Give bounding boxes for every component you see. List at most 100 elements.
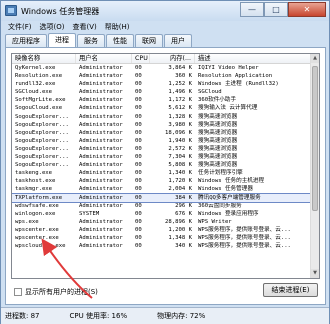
cell-description: WPS服务程序，提供账号登录、云... bbox=[198, 234, 291, 241]
cell-memory: 340 K bbox=[175, 243, 192, 250]
tab-processes[interactable]: 进程 bbox=[48, 33, 76, 48]
title-bar[interactable]: Windows 任务管理器 — □ ✕ bbox=[1, 1, 329, 21]
table-row[interactable]: SogouExplorer... Administrator 00 18,096 K 搜… bbox=[12, 129, 312, 137]
table-row[interactable]: SGCloud.exe Administrator 00 1,496 K SGCloud bbox=[12, 88, 312, 96]
scroll-up-icon[interactable]: ▲ bbox=[311, 54, 319, 63]
table-row[interactable]: taskeng.exe Administrator 00 1,340 K 任务计划程序引… bbox=[12, 169, 312, 177]
table-row[interactable]: wpscloudsvr.exe Administrator 00 340 K WPS服务… bbox=[12, 242, 312, 250]
cell-user-name: Administrator bbox=[79, 243, 123, 250]
menu-file[interactable]: 文件(F) bbox=[4, 21, 36, 34]
cell-image-name: SogouExplorer... bbox=[15, 137, 69, 144]
table-row[interactable]: TXPlatform.exe Administrator 00 384 K 腾讯QQ多客… bbox=[12, 192, 313, 203]
show-all-checkbox[interactable] bbox=[14, 288, 22, 296]
table-row[interactable]: wpscenter.exe Administrator 00 1,200 K WPS服务… bbox=[12, 226, 312, 234]
cell-description: 搜狗高速浏览器 bbox=[198, 137, 238, 144]
cell-cpu: 00 bbox=[135, 154, 142, 161]
cell-cpu: 00 bbox=[135, 226, 142, 233]
cell-user-name: Administrator bbox=[79, 73, 123, 80]
table-row[interactable]: wpscenter.exe Administrator 00 1,348 K WPS服务… bbox=[12, 234, 312, 242]
scroll-thumb[interactable] bbox=[312, 66, 318, 211]
column-image-name[interactable]: 映像名称 bbox=[12, 54, 76, 63]
table-row[interactable]: SogouExplorer... Administrator 00 2,572 K 搜狗… bbox=[12, 145, 312, 153]
status-bar: 进程数: 87 CPU 使用率: 16% 物理内存: 72% bbox=[1, 307, 329, 324]
scroll-down-icon[interactable]: ▼ bbox=[311, 269, 319, 278]
cell-memory: 18,096 K bbox=[165, 129, 192, 136]
cell-description: Windows 主进程 (Rundll32) bbox=[198, 81, 279, 88]
table-row[interactable]: SogouExplorer... Administrator 00 7,304 K 搜狗… bbox=[12, 153, 312, 161]
end-process-button[interactable]: 结束进程(E) bbox=[263, 283, 318, 297]
menu-help[interactable]: 帮助(H) bbox=[101, 21, 134, 34]
cell-user-name: Administrator bbox=[79, 154, 123, 161]
table-row[interactable]: wdswfsafe.exe Administrator 00 296 K 360云盘同步… bbox=[12, 202, 312, 210]
cell-description: 搜狗高速浏览器 bbox=[198, 145, 238, 152]
table-header: 映像名称 用户名 CPU 内存(... 描述 bbox=[12, 54, 319, 64]
cell-image-name: SogouExplorer... bbox=[15, 162, 69, 169]
cell-cpu: 00 bbox=[135, 65, 142, 71]
cell-cpu: 00 bbox=[135, 210, 142, 217]
column-description[interactable]: 描述 bbox=[195, 54, 312, 63]
cell-description: Windows 登录应用程序 bbox=[198, 210, 259, 217]
cell-memory: 2,572 K bbox=[168, 145, 192, 152]
cell-description: WPS服务程序，提供账号登录、云... bbox=[198, 226, 291, 233]
cell-memory: 7,304 K bbox=[168, 154, 192, 161]
cell-description: 360软件小助手 bbox=[198, 97, 237, 104]
tab-strip: 应用程序 进程 服务 性能 联网 用户 bbox=[5, 33, 193, 48]
cell-memory: 384 K bbox=[175, 194, 192, 201]
cell-cpu: 00 bbox=[135, 89, 142, 96]
cell-cpu: 00 bbox=[135, 145, 142, 152]
cell-memory: 1,200 K bbox=[168, 226, 192, 233]
column-user-name[interactable]: 用户名 bbox=[76, 54, 132, 63]
close-button[interactable]: ✕ bbox=[288, 2, 326, 17]
cell-description: Resolution Application bbox=[198, 73, 273, 80]
tab-users[interactable]: 用户 bbox=[164, 34, 192, 47]
cell-image-name: SogouExplorer... bbox=[15, 129, 69, 136]
cell-memory: 1,328 K bbox=[168, 113, 192, 120]
cell-user-name: Administrator bbox=[79, 194, 123, 201]
cell-image-name: taskmgr.exe bbox=[15, 186, 53, 193]
table-row[interactable]: Resolution.exe Administrator 00 360 K Resolu… bbox=[12, 72, 312, 80]
tab-performance[interactable]: 性能 bbox=[106, 34, 134, 47]
cell-memory: 1,940 K bbox=[168, 137, 192, 144]
cell-memory: 1,340 K bbox=[168, 170, 192, 177]
table-row[interactable]: SogouExplorer... Administrator 00 1,328 K 搜狗… bbox=[12, 113, 312, 121]
cell-cpu: 00 bbox=[135, 186, 142, 193]
task-manager-window: Windows 任务管理器 — □ ✕ 文件(F) 选项(O) 查看(V) 帮助… bbox=[0, 0, 330, 324]
cell-user-name: Administrator bbox=[79, 234, 123, 241]
cell-memory: 1,252 K bbox=[168, 81, 192, 88]
table-row[interactable]: taskmgr.exe Administrator 00 2,004 K Windows… bbox=[12, 185, 312, 193]
cell-image-name: wpscloudsvr.exe bbox=[15, 243, 66, 250]
table-row[interactable]: SogouExplorer... Administrator 00 3,980 K 搜狗… bbox=[12, 121, 312, 129]
tab-services[interactable]: 服务 bbox=[77, 34, 105, 47]
tab-networking[interactable]: 联网 bbox=[135, 34, 163, 47]
column-cpu[interactable]: CPU bbox=[132, 54, 150, 63]
table-row[interactable]: SogouExplorer... Administrator 00 5,808 K 搜狗… bbox=[12, 161, 312, 169]
cell-user-name: Administrator bbox=[79, 178, 123, 185]
table-row[interactable]: SogouCloud.exe Administrator 00 5,612 K 搜狗输入… bbox=[12, 104, 312, 112]
table-row[interactable]: wps.exe Administrator 00 28,896 K WPS Writer bbox=[12, 218, 312, 226]
cell-memory: 3,864 K bbox=[168, 65, 192, 71]
maximize-button[interactable]: □ bbox=[264, 2, 288, 17]
cell-memory: 5,808 K bbox=[168, 162, 192, 169]
cell-cpu: 00 bbox=[135, 162, 142, 169]
table-row[interactable]: rundll32.exe Administrator 00 1,252 K Window… bbox=[12, 80, 312, 88]
cell-image-name: Resolution.exe bbox=[15, 73, 63, 80]
vertical-scrollbar[interactable]: ▲ ▼ bbox=[310, 54, 319, 278]
cell-user-name: Administrator bbox=[79, 218, 123, 225]
cell-description: 腾讯QQ多客户端管理服务 bbox=[198, 194, 261, 201]
cell-user-name: Administrator bbox=[79, 145, 123, 152]
status-process-count: 进程数: 87 bbox=[5, 312, 40, 320]
show-all-label: 显示所有用户的进程(S) bbox=[25, 288, 98, 296]
minimize-button[interactable]: — bbox=[240, 2, 264, 17]
table-row[interactable]: SoftMgrLite.exe Administrator 00 1,172 K 360… bbox=[12, 96, 312, 104]
tab-applications[interactable]: 应用程序 bbox=[5, 34, 47, 47]
table-row[interactable]: QyKernel.exe Administrator 00 3,864 K IQIYI … bbox=[12, 64, 312, 72]
table-row[interactable]: SogouExplorer... Administrator 00 1,940 K 搜狗… bbox=[12, 137, 312, 145]
task-manager-icon bbox=[5, 5, 17, 16]
table-row[interactable]: taskhost.exe Administrator 00 1,720 K Window… bbox=[12, 177, 312, 185]
status-physical-memory: 物理内存: 72% bbox=[157, 312, 206, 320]
column-memory[interactable]: 内存(... bbox=[150, 54, 195, 63]
table-row[interactable]: winlogon.exe SYSTEM 00 676 K Windows 登录应用程序 bbox=[12, 210, 312, 218]
show-all-processes[interactable]: 显示所有用户的进程(S) bbox=[14, 287, 98, 297]
cell-image-name: wpscenter.exe bbox=[15, 234, 59, 241]
cell-user-name: Administrator bbox=[79, 162, 123, 169]
